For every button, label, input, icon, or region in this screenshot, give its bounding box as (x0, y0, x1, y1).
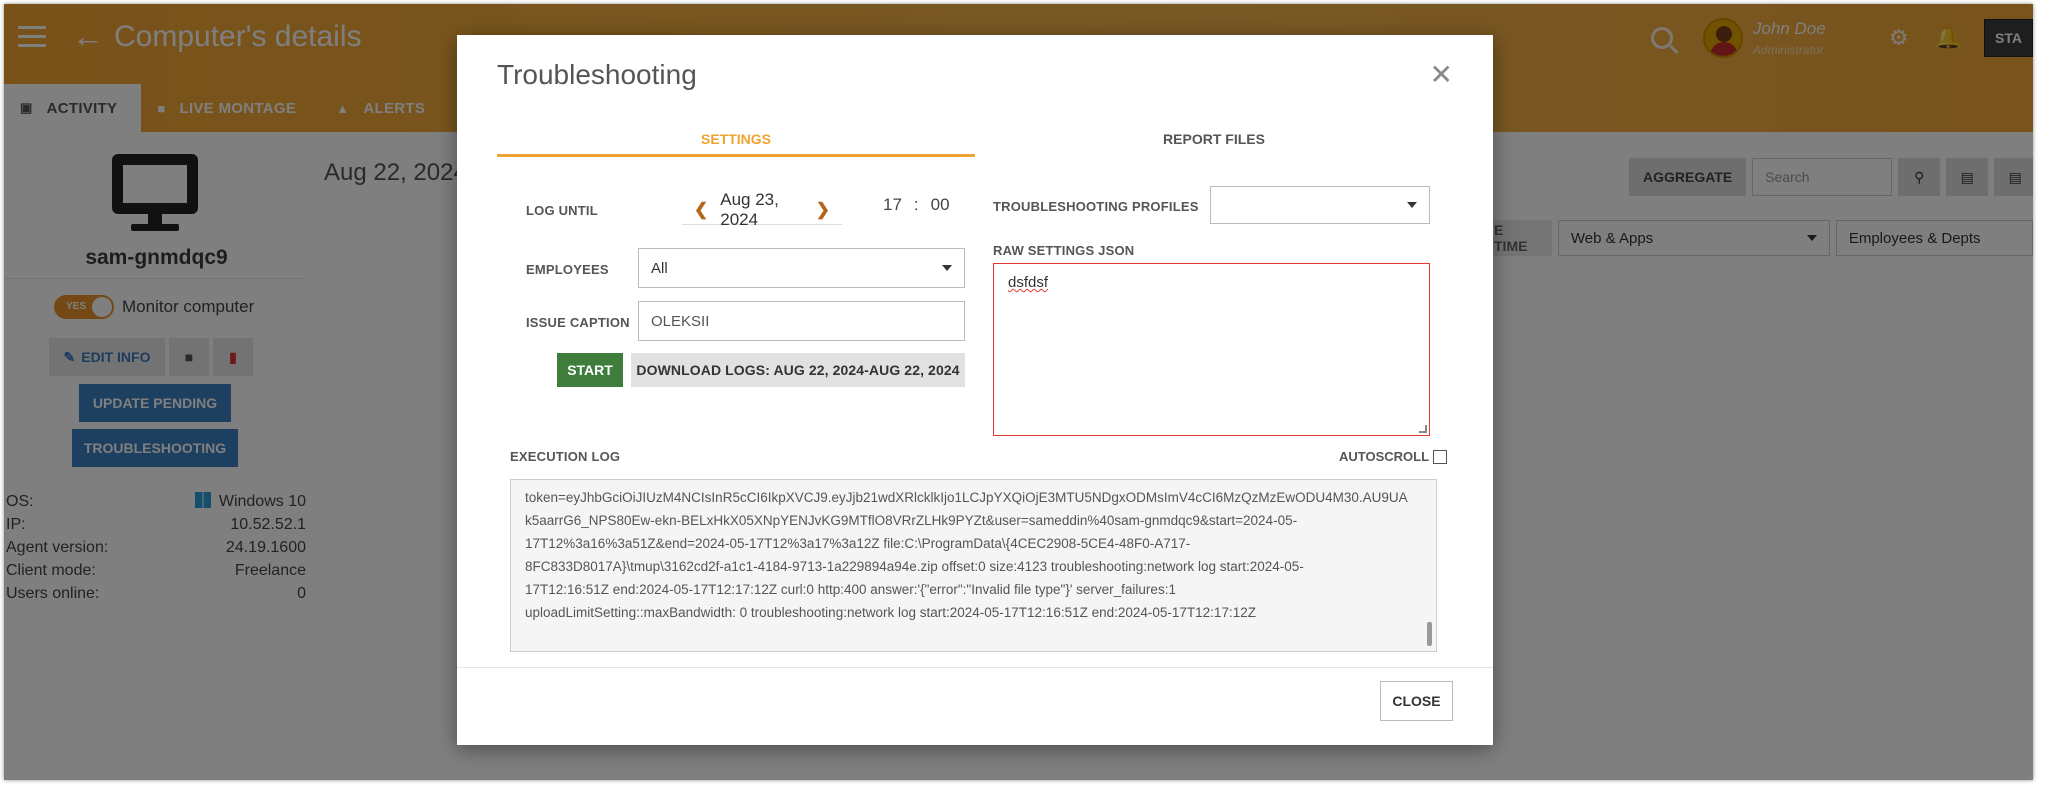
modal-footer-divider (457, 667, 1493, 668)
json-text: dsfdsf (1008, 274, 1049, 291)
tab-report-files[interactable]: REPORT FILES (975, 113, 1453, 157)
log-line: 17T12%3a16%3a51Z&end=2024-05-17T12%3a17%… (525, 536, 1191, 551)
chevron-right-icon[interactable]: ❯ (816, 200, 830, 220)
select-value: All (651, 259, 668, 277)
log-line: token=eyJhbGciOiJIUzM4NCIsInR5cCI6IkpXVC… (525, 490, 1408, 505)
scrollbar-thumb[interactable] (1427, 622, 1432, 646)
modal-title: Troubleshooting (497, 59, 697, 90)
download-logs-button[interactable]: DOWNLOAD LOGS: AUG 22, 2024-AUG 22, 2024 (631, 353, 965, 387)
issue-caption-label: ISSUE CAPTION (526, 315, 630, 330)
autoscroll-label: AUTOSCROLL (1339, 449, 1430, 464)
troubleshooting-modal: Troubleshooting ✕ SETTINGS REPORT FILES … (457, 35, 1493, 745)
hour-field[interactable]: 17 (883, 195, 902, 215)
log-line: k5aarrG6_NPS80Ew-ekn-BELxHkX05XNpYENJvKG… (525, 513, 1298, 528)
close-button[interactable]: CLOSE (1380, 681, 1453, 721)
resize-handle-icon[interactable] (1419, 425, 1427, 433)
minute-field[interactable]: 00 (931, 195, 950, 215)
tab-settings[interactable]: SETTINGS (497, 113, 975, 157)
log-until-label: LOG UNTIL (526, 203, 598, 218)
autoscroll-checkbox[interactable] (1433, 449, 1448, 464)
issue-caption-input[interactable]: OLEKSII (638, 301, 965, 341)
raw-settings-json-textarea[interactable]: dsfdsf (993, 263, 1430, 436)
app-window: ← Computer's details ▣ ACTIVITY ■ LIVE M… (4, 4, 2033, 780)
caret-down-icon (1407, 202, 1417, 208)
execution-log-label: EXECUTION LOG (510, 449, 621, 464)
execution-log[interactable]: token=eyJhbGciOiJIUzM4NCIsInR5cCI6IkpXVC… (510, 479, 1437, 652)
employees-label: EMPLOYEES (526, 262, 609, 277)
troubleshooting-profiles-label: TROUBLESHOOTING PROFILES (993, 199, 1199, 214)
log-until-date-picker: ❮ Aug 23, 2024 ❯ (682, 190, 842, 229)
start-button[interactable]: START (557, 353, 623, 387)
log-line: 17T12:16:51Z end:2024-05-17T12:17:12Z cu… (525, 582, 1176, 597)
close-icon[interactable]: ✕ (1430, 61, 1453, 89)
log-line: uploadLimitSetting::maxBandwidth: 0 trou… (525, 605, 1256, 620)
modal-tabs: SETTINGS REPORT FILES (497, 113, 1453, 157)
raw-settings-json-label: RAW SETTINGS JSON (993, 243, 1135, 258)
autoscroll-control: AUTOSCROLL (1339, 449, 1448, 464)
log-until-time: 17 : 00 (877, 195, 956, 215)
chevron-left-icon[interactable]: ❮ (694, 200, 708, 220)
log-line: 8FC833D8017A}\tmup\3162cd2f-a1c1-4184-97… (525, 559, 1304, 574)
time-separator: : (913, 195, 919, 214)
caret-down-icon (942, 265, 952, 271)
employees-select[interactable]: All (638, 248, 965, 288)
troubleshooting-profiles-select[interactable] (1210, 186, 1430, 224)
log-until-date[interactable]: Aug 23, 2024 (720, 190, 804, 230)
